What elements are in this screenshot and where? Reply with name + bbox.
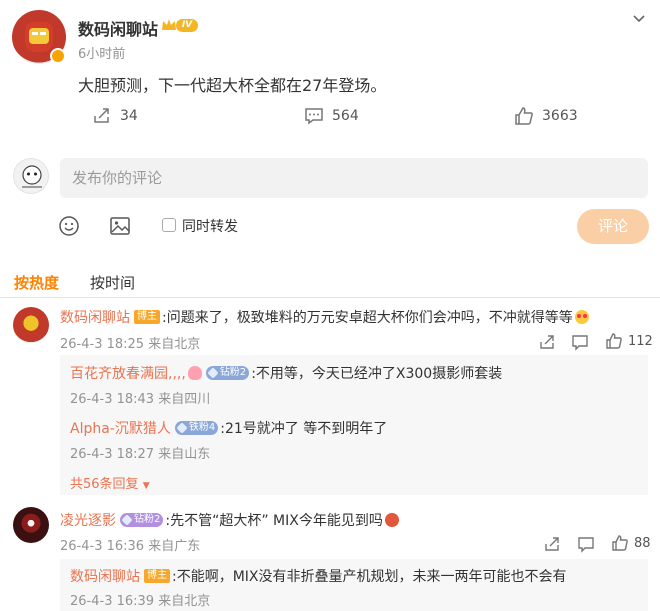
- comment-button[interactable]: 564: [304, 106, 359, 126]
- comment-avatar[interactable]: [13, 307, 49, 343]
- vip-badge: IV: [160, 16, 200, 34]
- thumbs-up-icon[interactable]: [605, 332, 623, 350]
- owner-badge: 博主: [144, 569, 170, 583]
- chevron-down-icon[interactable]: [632, 12, 646, 26]
- thumbs-up-icon[interactable]: [611, 534, 629, 552]
- reply-item: 数码闲聊站 博主 :不能啊，MIX没有非折叠量产机规划，未来一两年可能也不会有: [70, 566, 567, 586]
- post-time[interactable]: 6小时前: [78, 43, 125, 62]
- comment-like-count: 112: [628, 334, 653, 349]
- fan-badge: 钻粉2: [120, 513, 164, 527]
- emoji-icon[interactable]: [58, 215, 80, 237]
- heart-eyes-emoji-icon: [574, 310, 589, 324]
- reply-author[interactable]: Alpha-沉默猎人: [70, 418, 171, 438]
- repost-checkbox[interactable]: [162, 218, 176, 232]
- comment-meta: 26-4-3 16:36 来自广东: [60, 539, 201, 554]
- repost-count: 34: [120, 108, 138, 124]
- reply-meta: 26-4-3 18:27 来自山东: [70, 447, 211, 462]
- reply-icon[interactable]: [571, 333, 589, 351]
- fan-badge: 钻粉2: [205, 366, 250, 380]
- image-icon[interactable]: [109, 215, 131, 237]
- comment-item: 数码闲聊站 博主 :问题来了，极致堆料的万元安卓超大杯你们会冲吗，不冲就得等等: [60, 307, 589, 327]
- thumbs-up-icon: [515, 107, 533, 125]
- submit-comment-button[interactable]: 评论: [577, 209, 649, 244]
- comment-like-count: 88: [634, 536, 651, 551]
- owner-badge: 博主: [134, 310, 160, 324]
- comment-icon: [305, 108, 323, 125]
- comment-count: 564: [332, 108, 359, 124]
- author-name[interactable]: 数码闲聊站: [78, 16, 158, 40]
- comment-item: 凌光逐影 钻粉2 :先不管“超大杯” MIX今年能见到吗: [60, 510, 399, 530]
- share-icon[interactable]: [538, 333, 556, 351]
- repost-checkbox-label[interactable]: 同时转发: [182, 216, 238, 236]
- reply-text: :21号就冲了 等不到明年了: [220, 421, 388, 437]
- comment-input[interactable]: [60, 158, 648, 198]
- more-replies-label: 共56条回复: [70, 477, 139, 492]
- reply-author[interactable]: 百花齐放春满园,,,,: [70, 363, 186, 383]
- reply-author[interactable]: 数码闲聊站: [70, 566, 140, 586]
- post-text: 大胆预测，下一代超大杯全都在27年登场。: [78, 76, 387, 95]
- vip-level: IV: [176, 19, 198, 32]
- reply-item: Alpha-沉默猎人 铁粉4 :21号就冲了 等不到明年了: [70, 418, 387, 438]
- comment-author[interactable]: 数码闲聊站: [60, 307, 130, 327]
- divider: [0, 297, 660, 298]
- fan-badge: 铁粉4: [174, 421, 219, 435]
- reply-item: 百花齐放春满园,,,, 钻粉2 :不用等，今天已经冲了X300摄影师套装: [70, 363, 502, 383]
- repost-icon: [94, 108, 109, 123]
- reply-icon[interactable]: [577, 535, 595, 553]
- repost-button[interactable]: 34: [92, 106, 138, 126]
- like-button[interactable]: 3663: [514, 106, 578, 126]
- reply-meta: 26-4-3 18:43 来自四川: [70, 392, 211, 407]
- angry-emoji-icon: [384, 513, 399, 527]
- share-icon[interactable]: [543, 535, 561, 553]
- like-count: 3663: [542, 108, 578, 124]
- comment-author[interactable]: 凌光逐影: [60, 510, 116, 530]
- verified-badge-icon: [50, 48, 66, 64]
- tab-sort-hot[interactable]: 按热度: [14, 272, 59, 293]
- comment-meta: 26-4-3 18:25 来自北京: [60, 337, 201, 352]
- heart-emoji-icon: [187, 366, 202, 380]
- comment-text: :问题来了，极致堆料的万元安卓超大杯你们会冲吗，不冲就得等等: [162, 310, 573, 326]
- reply-meta: 26-4-3 16:39 来自北京: [70, 594, 211, 609]
- reply-text: :不用等，今天已经冲了X300摄影师套装: [251, 366, 503, 382]
- reply-text: :不能啊，MIX没有非折叠量产机规划，未来一两年可能也不会有: [172, 569, 567, 585]
- comment-avatar[interactable]: [13, 507, 49, 543]
- comment-text: :先不管“超大杯” MIX今年能见到吗: [165, 513, 383, 529]
- current-user-avatar[interactable]: [13, 158, 49, 194]
- caret-down-icon: ▼: [142, 481, 150, 491]
- more-replies-link[interactable]: 共56条回复 ▼: [70, 473, 150, 492]
- tab-sort-time[interactable]: 按时间: [90, 272, 135, 293]
